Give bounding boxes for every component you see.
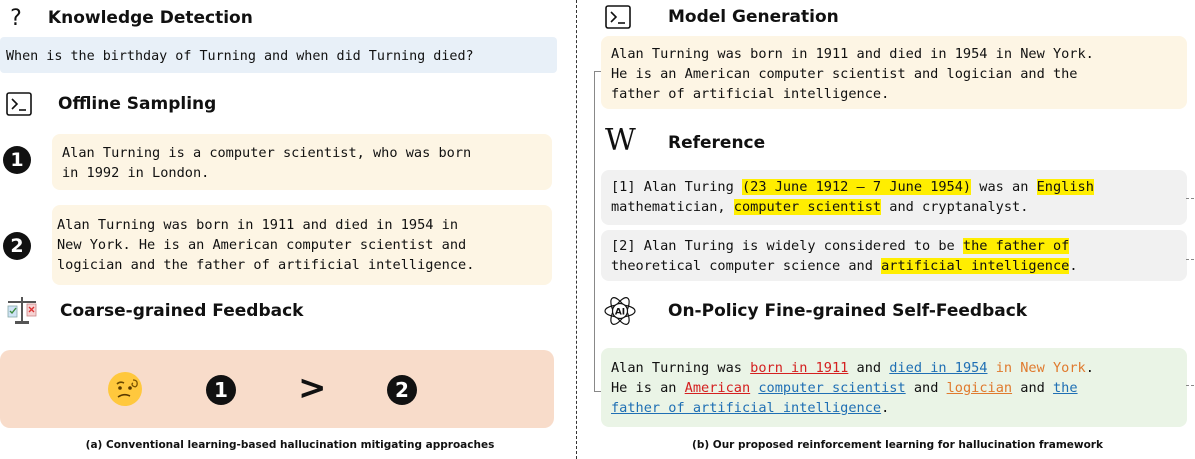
- sample-2-line: logician and the father of artificial in…: [57, 257, 475, 273]
- ref-highlight-computer-scientist: computer scientist: [733, 199, 882, 215]
- question-text: When is the birthday of Turning and when…: [6, 49, 474, 64]
- ref-highlight-ai: artificial intelligence: [881, 258, 1070, 274]
- rank-number-2: 2: [387, 375, 417, 405]
- ref-text: [2] Alan Turing is widely considered to …: [611, 238, 963, 254]
- sf-span-died: died in 1954: [889, 360, 988, 376]
- sample-2-line: Alan Turning was born in 1911 and died i…: [57, 217, 459, 233]
- scale-icon: [5, 294, 39, 331]
- caption-b: (b) Our proposed reinforcement learning …: [692, 439, 1103, 451]
- onpolicy-feedback-title: On-Policy Fine-grained Self-Feedback: [668, 301, 1028, 321]
- ref-text: and cryptanalyst.: [881, 199, 1029, 215]
- sf-span-computer-scientist: computer scientist: [758, 380, 906, 396]
- coarse-feedback-box: [0, 350, 554, 428]
- sample-1-number: 1: [3, 146, 31, 174]
- question-mark-icon: ?: [10, 6, 22, 31]
- sf-text: He is an: [611, 380, 685, 396]
- greater-than-symbol: >: [298, 368, 327, 408]
- model-generation-line: father of artificial intelligence.: [611, 86, 890, 102]
- ref-text: mathematician,: [611, 199, 734, 215]
- sf-span-the: the: [1053, 380, 1078, 396]
- offline-sampling-title: Offline Sampling: [58, 94, 217, 114]
- sf-text: .: [1085, 360, 1094, 376]
- coarse-feedback-title: Coarse-grained Feedback: [60, 301, 304, 321]
- knowledge-detection-title: Knowledge Detection: [47, 8, 253, 28]
- wikipedia-icon: W: [605, 123, 636, 158]
- model-generation-line: Alan Turning was born in 1911 and died i…: [611, 46, 1094, 62]
- ref-highlight-dates: (23 June 1912 – 7 June 1954): [741, 179, 972, 195]
- sf-span-new-york: in New York: [995, 360, 1086, 376]
- rank-number-1: 1: [206, 375, 236, 405]
- connector-bracket: [594, 71, 601, 392]
- sample-1-line: Alan Turning is a computer scientist, wh…: [62, 145, 472, 161]
- sf-span-logician: logician: [946, 380, 1013, 396]
- ai-atom-icon: AI: [603, 294, 637, 333]
- sf-text: and: [905, 380, 947, 396]
- connector-tick: [1186, 385, 1194, 386]
- reference-2-text: [2] Alan Turing is widely considered to …: [611, 236, 1078, 276]
- sf-text: and: [1012, 380, 1053, 396]
- ref-text: was an: [971, 179, 1037, 195]
- confused-face-icon: [106, 370, 144, 413]
- caption-a: (a) Conventional learning-based hallucin…: [85, 439, 495, 451]
- sf-span-born: born in 1911: [750, 360, 849, 376]
- sf-text: and: [848, 360, 890, 376]
- ref-text: [1] Alan Turing: [611, 179, 742, 195]
- ai-icon-text: AI: [615, 308, 625, 318]
- panel-divider: [576, 0, 577, 459]
- sf-span-american: American: [684, 380, 751, 396]
- ref-highlight-english: English: [1036, 179, 1094, 195]
- sample-2-line: New York. He is an American computer sci…: [57, 237, 467, 253]
- sf-text: .: [881, 400, 890, 416]
- terminal-icon: [605, 5, 631, 34]
- connector-tick: [1186, 198, 1194, 199]
- connector-tick: [1186, 259, 1194, 260]
- reference-1-text: [1] Alan Turing (23 June 1912 – 7 June 1…: [611, 177, 1094, 217]
- knowledge-detection-heading: ? Knowledge Detection: [0, 4, 253, 31]
- sample-1-text: Alan Turning is a computer scientist, wh…: [62, 143, 471, 183]
- sample-1-line: in 1992 in London.: [62, 165, 210, 181]
- sample-2-number: 2: [3, 232, 31, 260]
- self-feedback-text: Alan Turning was born in 1911 and died i…: [611, 358, 1094, 418]
- ref-text: .: [1069, 258, 1078, 274]
- model-generation-line: He is an American computer scientist and…: [611, 66, 1078, 82]
- model-generation-title: Model Generation: [668, 7, 839, 27]
- ref-text: theoretical computer science and: [611, 258, 882, 274]
- sample-2-text: Alan Turning was born in 1911 and died i…: [57, 215, 474, 275]
- terminal-icon: [6, 92, 32, 121]
- model-generation-text: Alan Turning was born in 1911 and died i…: [611, 44, 1094, 104]
- ref-highlight-father-of: the father of: [962, 238, 1070, 254]
- sf-text: Alan Turning was: [611, 360, 751, 376]
- sf-span-father: father of artificial intelligence: [611, 400, 882, 416]
- sf-text: [988, 360, 996, 376]
- reference-title: Reference: [668, 133, 766, 153]
